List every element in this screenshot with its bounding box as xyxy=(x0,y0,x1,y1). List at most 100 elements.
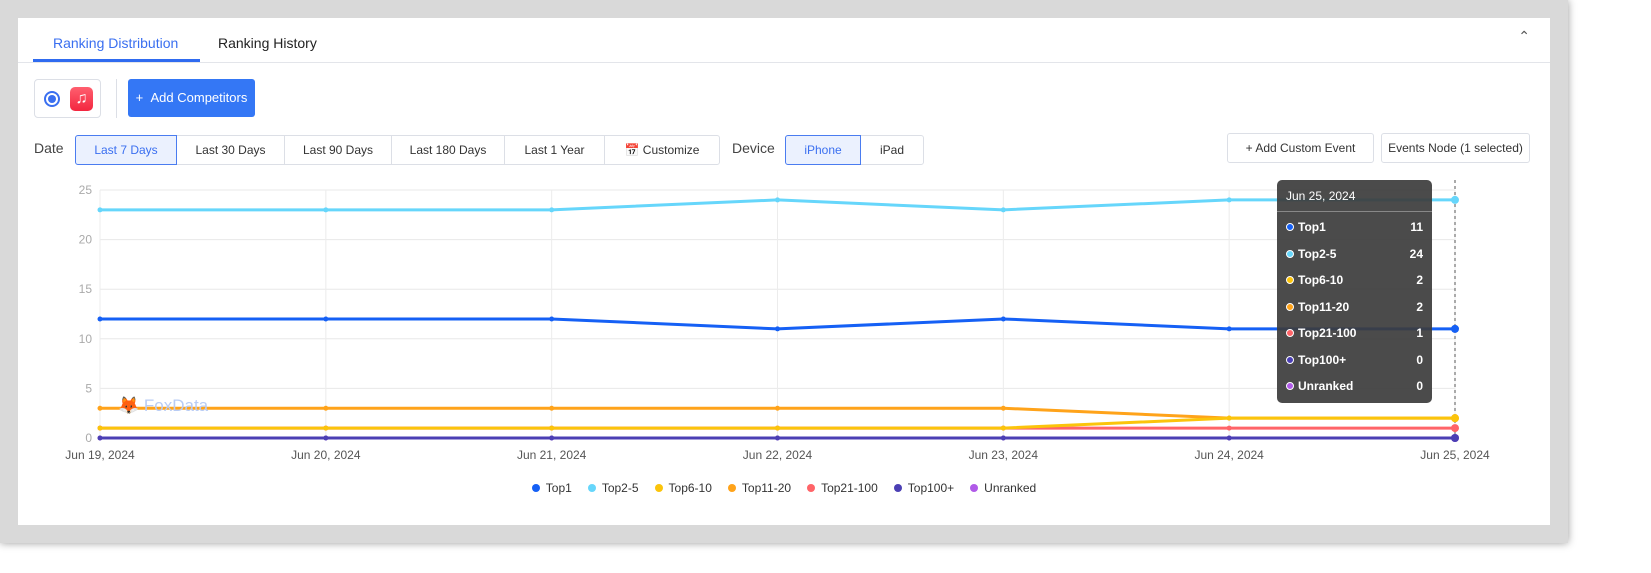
x-tick-label: Jun 20, 2024 xyxy=(291,448,361,462)
data-point-top2-5 xyxy=(1226,197,1232,203)
data-point-top100+ xyxy=(323,435,329,441)
tooltip-row: Top2-5 24 xyxy=(1286,247,1423,267)
legend-dot xyxy=(654,484,663,492)
data-point-top11-20 xyxy=(1000,405,1006,411)
series-dot xyxy=(1286,302,1294,311)
data-point-top1 xyxy=(1000,316,1006,322)
x-tick-label: Jun 21, 2024 xyxy=(517,448,587,462)
legend-item[interactable]: Top1 xyxy=(531,481,572,495)
ranking-card: Ranking Distribution Ranking History ⌃ ♫… xyxy=(18,18,1550,525)
legend-label: Top6-10 xyxy=(668,481,712,495)
legend-label: Top2-5 xyxy=(601,481,639,495)
data-point-top6-10 xyxy=(97,425,103,431)
tooltip-date: Jun 25, 2024 xyxy=(1277,180,1432,212)
data-point-top6-10 xyxy=(549,425,555,431)
y-tick-label: 10 xyxy=(79,332,93,346)
legend-dot xyxy=(531,484,540,492)
legend-item[interactable]: Top100+ xyxy=(893,481,955,495)
data-point-top11-20 xyxy=(323,405,329,411)
data-point-top100+ xyxy=(1226,435,1232,441)
legend-label: Unranked xyxy=(984,481,1037,495)
legend-label: Top11-20 xyxy=(741,481,792,495)
tooltip-value: 2 xyxy=(1416,273,1423,287)
data-point-top100+ xyxy=(1000,435,1006,441)
data-point-top6-10 xyxy=(1226,415,1232,421)
tooltip-series: Top11-20 xyxy=(1298,299,1350,314)
tooltip-value: 24 xyxy=(1409,246,1423,261)
data-point-top6-10 xyxy=(775,425,780,431)
date-last-7-days[interactable]: Last 7 Days xyxy=(75,135,177,165)
x-tick-label: Jun 23, 2024 xyxy=(969,448,1039,462)
legend-label: Top1 xyxy=(545,481,572,495)
data-point-top2-5 xyxy=(1000,207,1006,213)
legend-item[interactable]: Unranked xyxy=(970,481,1036,495)
watermark-text: FoxData xyxy=(143,396,209,415)
tooltip-series: Top100+ xyxy=(1298,352,1347,367)
y-tick-label: 5 xyxy=(85,381,92,395)
legend-item[interactable]: Top21-100 xyxy=(807,481,878,495)
tooltip-value: 0 xyxy=(1416,379,1423,393)
data-point-top1 xyxy=(775,326,780,332)
legend-label: Top100+ xyxy=(907,481,955,495)
tooltip-value: 2 xyxy=(1416,299,1423,314)
series-dot xyxy=(1286,276,1294,284)
x-tick-label: Jun 22, 2024 xyxy=(743,448,813,462)
tooltip-row: Top100+ 0 xyxy=(1286,353,1423,373)
tooltip-row: Top6-10 2 xyxy=(1286,273,1423,293)
tooltip-series: Top1 xyxy=(1298,220,1326,234)
tooltip-series: Top6-10 xyxy=(1298,273,1344,287)
data-point-top1 xyxy=(1226,326,1232,332)
data-point-top21-100 xyxy=(1226,425,1232,431)
data-point-top6-10 xyxy=(1451,414,1459,423)
y-tick-label: 25 xyxy=(79,183,93,197)
y-tick-label: 20 xyxy=(79,233,93,247)
legend-dot xyxy=(727,484,736,492)
legend-dot xyxy=(807,484,816,492)
data-point-top11-20 xyxy=(549,405,555,411)
chart-tooltip: Jun 25, 2024 Top1 11 Top2-5 24 Top6-10 2 Top11… xyxy=(1277,180,1432,403)
data-point-top6-10 xyxy=(1000,425,1006,431)
legend-item[interactable]: Top2-5 xyxy=(587,481,639,495)
data-point-top100+ xyxy=(1451,434,1459,442)
series-dot xyxy=(1286,382,1294,390)
data-point-top1 xyxy=(1451,324,1459,333)
legend-item[interactable]: Top11-20 xyxy=(727,481,792,495)
x-tick-label: Jun 19, 2024 xyxy=(65,448,135,462)
tooltip-series: Unranked xyxy=(1298,379,1354,393)
x-tick-label: Jun 24, 2024 xyxy=(1194,448,1264,462)
y-tick-label: 15 xyxy=(79,282,93,296)
series-dot xyxy=(1286,355,1294,364)
legend-label: Top21-100 xyxy=(821,481,878,495)
data-point-top1 xyxy=(97,316,103,322)
data-point-top11-20 xyxy=(775,405,780,411)
data-point-top6-10 xyxy=(323,425,329,431)
tooltip-row: Top11-20 2 xyxy=(1286,300,1423,320)
series-dot xyxy=(1286,249,1294,258)
data-point-top100+ xyxy=(549,435,555,441)
data-point-top1 xyxy=(549,316,555,322)
legend-dot xyxy=(893,484,902,492)
x-tick-label: Jun 25, 2024 xyxy=(1420,448,1490,462)
data-point-top2-5 xyxy=(97,207,103,213)
tooltip-row: Unranked 0 xyxy=(1286,379,1423,399)
data-point-top2-5 xyxy=(323,207,329,213)
window-frame: Ranking Distribution Ranking History ⌃ ♫… xyxy=(0,0,1568,543)
data-point-top2-5 xyxy=(1451,195,1459,204)
legend-item[interactable]: Top6-10 xyxy=(654,481,712,495)
tooltip-series: Top21-100 xyxy=(1298,326,1357,340)
chart-legend: Top1 Top2-5 Top6-10 Top11-20 Top21-100 Top100… xyxy=(18,481,1550,495)
device-iphone[interactable]: iPhone xyxy=(785,135,861,165)
y-tick-label: 0 xyxy=(85,431,92,445)
tooltip-value: 1 xyxy=(1416,326,1423,340)
legend-dot xyxy=(970,484,979,492)
data-point-top1 xyxy=(323,316,329,322)
data-point-top2-5 xyxy=(549,207,555,213)
data-point-top11-20 xyxy=(97,405,103,411)
series-dot xyxy=(1286,223,1294,231)
tooltip-value: 11 xyxy=(1410,220,1423,234)
data-point-top21-100 xyxy=(1451,424,1459,433)
tooltip-row: Top1 11 xyxy=(1286,220,1423,240)
data-point-top100+ xyxy=(97,435,103,441)
series-dot xyxy=(1286,329,1294,337)
data-point-top100+ xyxy=(775,435,780,441)
